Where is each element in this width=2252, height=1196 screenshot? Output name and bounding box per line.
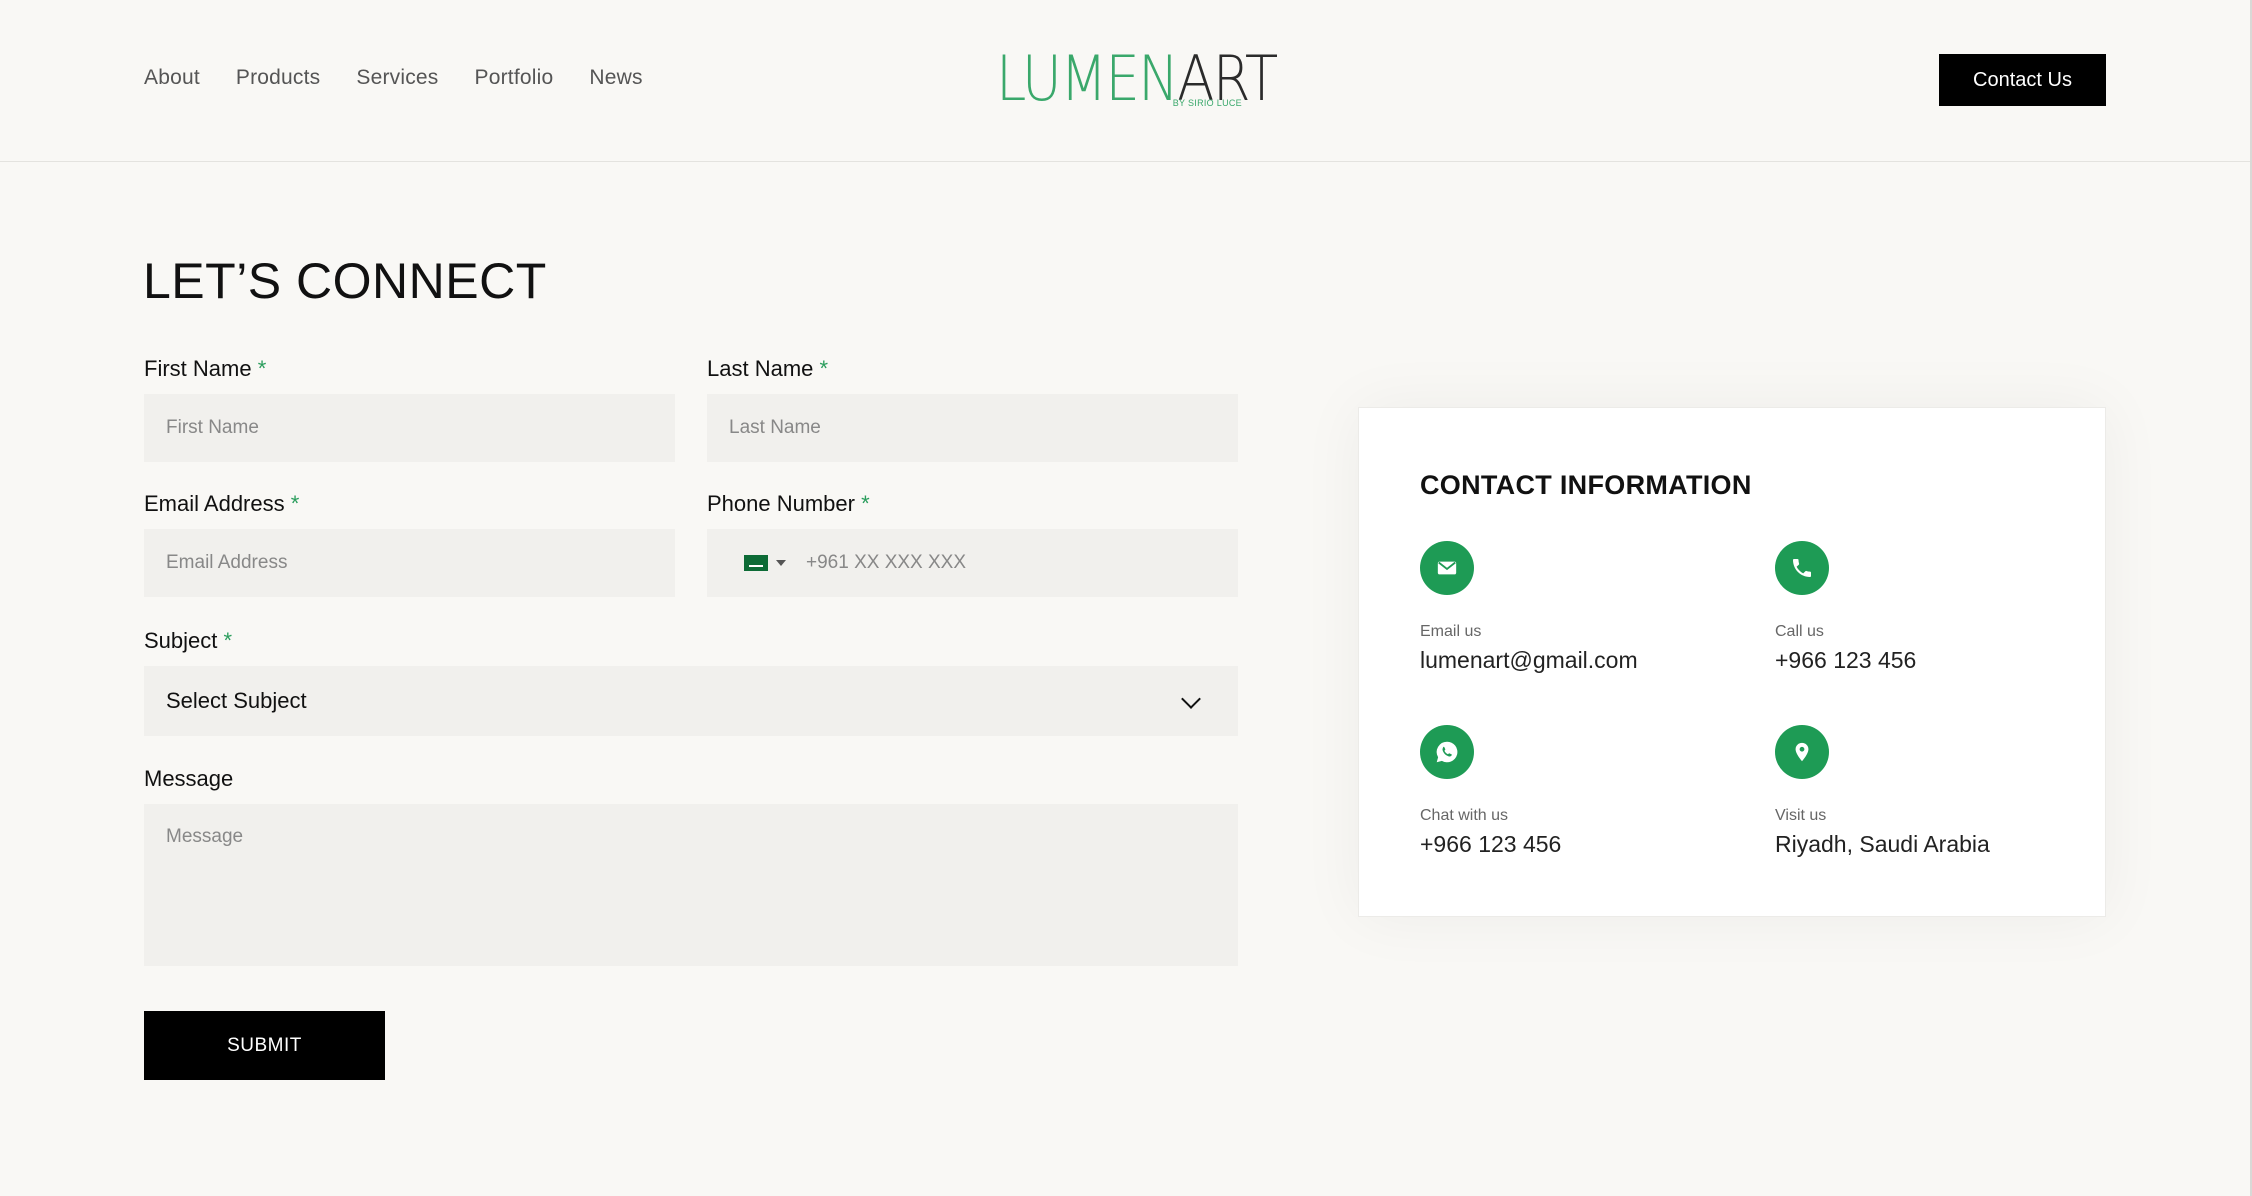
chevron-down-icon xyxy=(1181,689,1201,709)
phone-placeholder: +961 XX XXX XXX xyxy=(806,552,967,573)
message-placeholder: Message xyxy=(166,826,244,847)
first-name-label-text: First Name xyxy=(144,356,252,381)
nav-item-about[interactable]: About xyxy=(144,66,200,90)
phone-input[interactable]: +961 XX XXX XXX xyxy=(707,529,1238,597)
email-label-text: Email Address xyxy=(144,491,285,516)
phone-icon[interactable] xyxy=(1775,541,1829,595)
required-marker: * xyxy=(257,356,267,381)
last-name-label: Last Name * xyxy=(707,356,828,382)
first-name-label: First Name * xyxy=(144,356,266,382)
saudi-flag-icon[interactable] xyxy=(744,555,768,571)
logo-part-lumen: LUMEN xyxy=(996,42,1179,115)
email-placeholder: Email Address xyxy=(166,552,288,573)
first-name-input[interactable]: First Name xyxy=(144,394,675,462)
page-title: LET’S CONNECT xyxy=(143,253,547,309)
logo-subtitle: BY SIRIO LUCE xyxy=(1172,98,1242,108)
message-label-text: Message xyxy=(144,766,234,791)
contact-item-value[interactable]: lumenart@gmail.com xyxy=(1420,647,1638,674)
contact-item-label: Chat with us xyxy=(1420,807,1509,824)
submit-button[interactable]: SUBMIT xyxy=(144,1011,385,1080)
nav-item-news[interactable]: News xyxy=(589,66,642,90)
first-name-placeholder: First Name xyxy=(166,417,259,438)
contact-item-location: Visit us Riyadh, Saudi Arabia xyxy=(1775,725,1990,858)
contact-item-email: Email us lumenart@gmail.com xyxy=(1420,541,1638,674)
email-input[interactable]: Email Address xyxy=(144,529,675,597)
required-marker: * xyxy=(819,356,829,381)
page: About Products Services Portfolio News L… xyxy=(0,0,2252,1196)
contact-info-title: CONTACT INFORMATION xyxy=(1420,470,1752,500)
main-nav: About Products Services Portfolio News xyxy=(144,66,643,90)
message-label: Message xyxy=(144,766,233,792)
email-icon[interactable] xyxy=(1420,541,1474,595)
contact-item-value[interactable]: Riyadh, Saudi Arabia xyxy=(1775,831,1990,858)
nav-item-services[interactable]: Services xyxy=(356,66,438,90)
subject-selected-value: Select Subject xyxy=(166,688,307,713)
contact-item-whatsapp: Chat with us +966 123 456 xyxy=(1420,725,1561,858)
site-header: About Products Services Portfolio News L… xyxy=(0,0,2250,162)
contact-item-phone: Call us +966 123 456 xyxy=(1775,541,1916,674)
location-pin-icon[interactable] xyxy=(1775,725,1829,779)
phone-label: Phone Number * xyxy=(707,491,870,517)
subject-label-text: Subject xyxy=(144,628,218,653)
subject-select[interactable]: Select Subject xyxy=(144,666,1238,736)
email-label: Email Address * xyxy=(144,491,299,517)
contact-item-value[interactable]: +966 123 456 xyxy=(1775,647,1916,674)
subject-label: Subject * xyxy=(144,628,232,654)
required-marker: * xyxy=(290,491,300,516)
required-marker: * xyxy=(223,628,233,653)
nav-item-portfolio[interactable]: Portfolio xyxy=(475,66,554,90)
phone-label-text: Phone Number xyxy=(707,491,855,516)
message-textarea[interactable]: Message xyxy=(144,804,1238,966)
required-marker: * xyxy=(861,491,870,516)
logo[interactable]: LUMENART BY SIRIO LUCE xyxy=(996,48,1278,110)
contact-item-label: Email us xyxy=(1420,623,1482,640)
last-name-placeholder: Last Name xyxy=(729,417,821,438)
last-name-label-text: Last Name xyxy=(707,356,814,381)
contact-item-label: Call us xyxy=(1775,623,1824,640)
whatsapp-icon[interactable] xyxy=(1420,725,1474,779)
contact-us-button[interactable]: Contact Us xyxy=(1939,54,2106,106)
last-name-input[interactable]: Last Name xyxy=(707,394,1238,462)
contact-info-card: CONTACT INFORMATION Email us lumenart@gm… xyxy=(1358,407,2106,917)
caret-down-icon[interactable] xyxy=(776,560,786,566)
contact-item-label: Visit us xyxy=(1775,807,1827,824)
nav-item-products[interactable]: Products xyxy=(236,66,320,90)
contact-item-value[interactable]: +966 123 456 xyxy=(1420,831,1561,858)
